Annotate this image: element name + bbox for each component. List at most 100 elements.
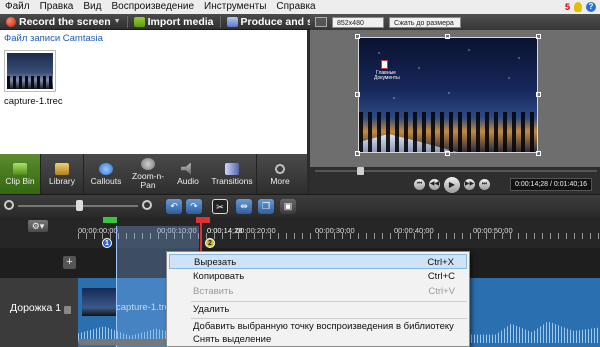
notification-count[interactable]: 5 [565, 2, 570, 12]
marker-2[interactable]: 2 [205, 238, 215, 248]
lightbulb-icon[interactable] [574, 2, 582, 12]
add-track-icon[interactable]: + [63, 256, 76, 269]
tab-zoom-n-pan[interactable]: Zoom-n-Pan [128, 154, 168, 194]
clip-file-name[interactable]: capture-1.trec [4, 96, 63, 107]
playback-controls: ⏮ ◀◀ ▶ ▶▶ ⏭ 0:00:14;28 / 0:01:40;16 [310, 175, 600, 194]
menu-item-deselect[interactable]: Снять выделение [169, 332, 467, 347]
timeline-scrollbar[interactable] [78, 339, 168, 345]
clip-thumbnail-image [7, 53, 53, 89]
screen-icon[interactable] [315, 17, 327, 27]
menu-playback[interactable]: Воспроизведение [106, 0, 199, 14]
lock-icon[interactable] [64, 306, 71, 314]
playhead-handle[interactable] [196, 217, 210, 223]
library-icon [55, 162, 69, 175]
tool-label: Zoom-n-Pan [131, 171, 165, 190]
chevron-down-icon: ▼ [113, 18, 121, 25]
resize-handle[interactable] [536, 34, 541, 39]
tab-transitions[interactable]: Transitions [208, 154, 256, 194]
zoom-slider-knob[interactable] [76, 200, 83, 211]
clip-bin-icon [13, 162, 27, 175]
menu-file[interactable]: Файл [0, 0, 35, 14]
gear-icon[interactable]: ⚙▾ [28, 220, 48, 232]
clip-thumbnail[interactable] [4, 50, 56, 92]
document-icon [381, 60, 388, 69]
zoom-out-icon[interactable] [4, 200, 14, 210]
rewind-icon[interactable]: ◀◀ [429, 179, 440, 190]
resize-handle[interactable] [355, 92, 360, 97]
clip-bin-header: Файл записи Camtasia [4, 33, 103, 44]
preview-scrubber[interactable] [310, 167, 600, 175]
skip-start-icon[interactable]: ⏮ [414, 179, 425, 190]
import-label: Import media [147, 15, 214, 28]
menu-tools[interactable]: Инструменты [199, 0, 271, 14]
context-menu: Вырезать Ctrl+X Копировать Ctrl+C Встави… [166, 251, 470, 347]
menu-right: 5 ? [565, 2, 600, 12]
zoom-select[interactable]: Сжать до размера [389, 16, 461, 28]
menu-item-label: Вставить [193, 286, 234, 297]
menu-item-label: Добавить выбранную точку воспроизведения… [193, 321, 454, 332]
clip-bin-panel: Файл записи Camtasia capture-1.trec [0, 30, 307, 154]
menu-item-copy[interactable]: Копировать Ctrl+C [169, 269, 467, 284]
tick-label: 00:00:00;00 [78, 226, 118, 235]
play-icon[interactable]: ▶ [444, 176, 460, 193]
menu-item-label: Удалить [193, 304, 230, 315]
menu-item-label: Копировать [193, 271, 245, 282]
preview-toolbar: 852x480 Сжать до размера [310, 14, 600, 30]
menu-item-cut[interactable]: Вырезать Ctrl+X [169, 254, 467, 269]
menu-edit[interactable]: Правка [35, 0, 79, 14]
tick-label: 00:00:40;00 [394, 226, 434, 235]
callouts-icon [99, 162, 113, 175]
menu-item-label: Снять выделение [193, 334, 272, 345]
record-screen-button[interactable]: Record the screen ▼ [0, 14, 127, 30]
tab-library[interactable]: Library [41, 154, 83, 194]
cut-icon[interactable]: ✂ [212, 199, 228, 214]
zoom-in-icon[interactable] [142, 200, 152, 210]
redo-icon[interactable]: ↷ [186, 199, 202, 214]
import-media-button[interactable]: Import media [128, 14, 220, 30]
resize-handle[interactable] [445, 151, 450, 156]
shortcut-label: Ctrl+C [427, 271, 455, 282]
tool-label: Callouts [90, 175, 122, 186]
shortcut-label: Ctrl+X [427, 257, 454, 268]
menu-item-paste[interactable]: Вставить Ctrl+V [169, 284, 467, 299]
desktop-icon-label: Главные Документы [374, 70, 400, 81]
tab-clip-bin[interactable]: Clip Bin [0, 154, 40, 194]
track-header[interactable]: Дорожка 1 [0, 278, 78, 347]
selection-start-handle[interactable] [103, 217, 117, 223]
transitions-icon [225, 162, 239, 175]
preview-video[interactable]: Главные Документы [358, 37, 538, 153]
timeline-ruler[interactable]: ⚙▾ 00:00:00;00 00:00:10;00 00:00:20;00 0… [0, 217, 600, 248]
tick-label: 00:00:50;00 [473, 226, 513, 235]
shortcut-label: Ctrl+V [428, 286, 455, 297]
produce-icon [226, 16, 238, 27]
zoom-n-pan-icon [141, 158, 155, 170]
resize-handle[interactable] [445, 34, 450, 39]
resize-handle[interactable] [355, 151, 360, 156]
menu-view[interactable]: Вид [78, 0, 106, 14]
undo-icon[interactable]: ↶ [166, 199, 182, 214]
scrubber-knob[interactable] [357, 167, 365, 175]
menu-help[interactable]: Справка [271, 0, 320, 14]
track-name: Дорожка 1 [10, 302, 62, 314]
import-icon [133, 16, 145, 27]
resize-handle[interactable] [355, 34, 360, 39]
paste-icon[interactable]: ▣ [280, 199, 296, 214]
tab-audio[interactable]: Audio [168, 154, 208, 194]
trees-decoration [359, 112, 537, 152]
fast-forward-icon[interactable]: ▶▶ [464, 179, 475, 190]
split-icon[interactable]: ⇹ [236, 199, 252, 214]
resize-handle[interactable] [536, 92, 541, 97]
tab-callouts[interactable]: Callouts [84, 154, 128, 194]
marker-1[interactable]: 1 [102, 238, 112, 248]
audio-icon [181, 162, 191, 175]
dimensions-select[interactable]: 852x480 [332, 16, 384, 28]
skip-end-icon[interactable]: ⏭ [479, 179, 490, 190]
clip-frame-thumbnail [82, 288, 116, 316]
resize-handle[interactable] [536, 151, 541, 156]
copy-icon[interactable]: ❐ [258, 199, 274, 214]
menu-item-delete[interactable]: Удалить [169, 302, 467, 317]
preview-stage: Главные Документы [310, 30, 600, 167]
tool-label: Audio [177, 175, 199, 186]
help-icon[interactable]: ? [586, 2, 596, 12]
tab-more[interactable]: More [257, 154, 303, 194]
